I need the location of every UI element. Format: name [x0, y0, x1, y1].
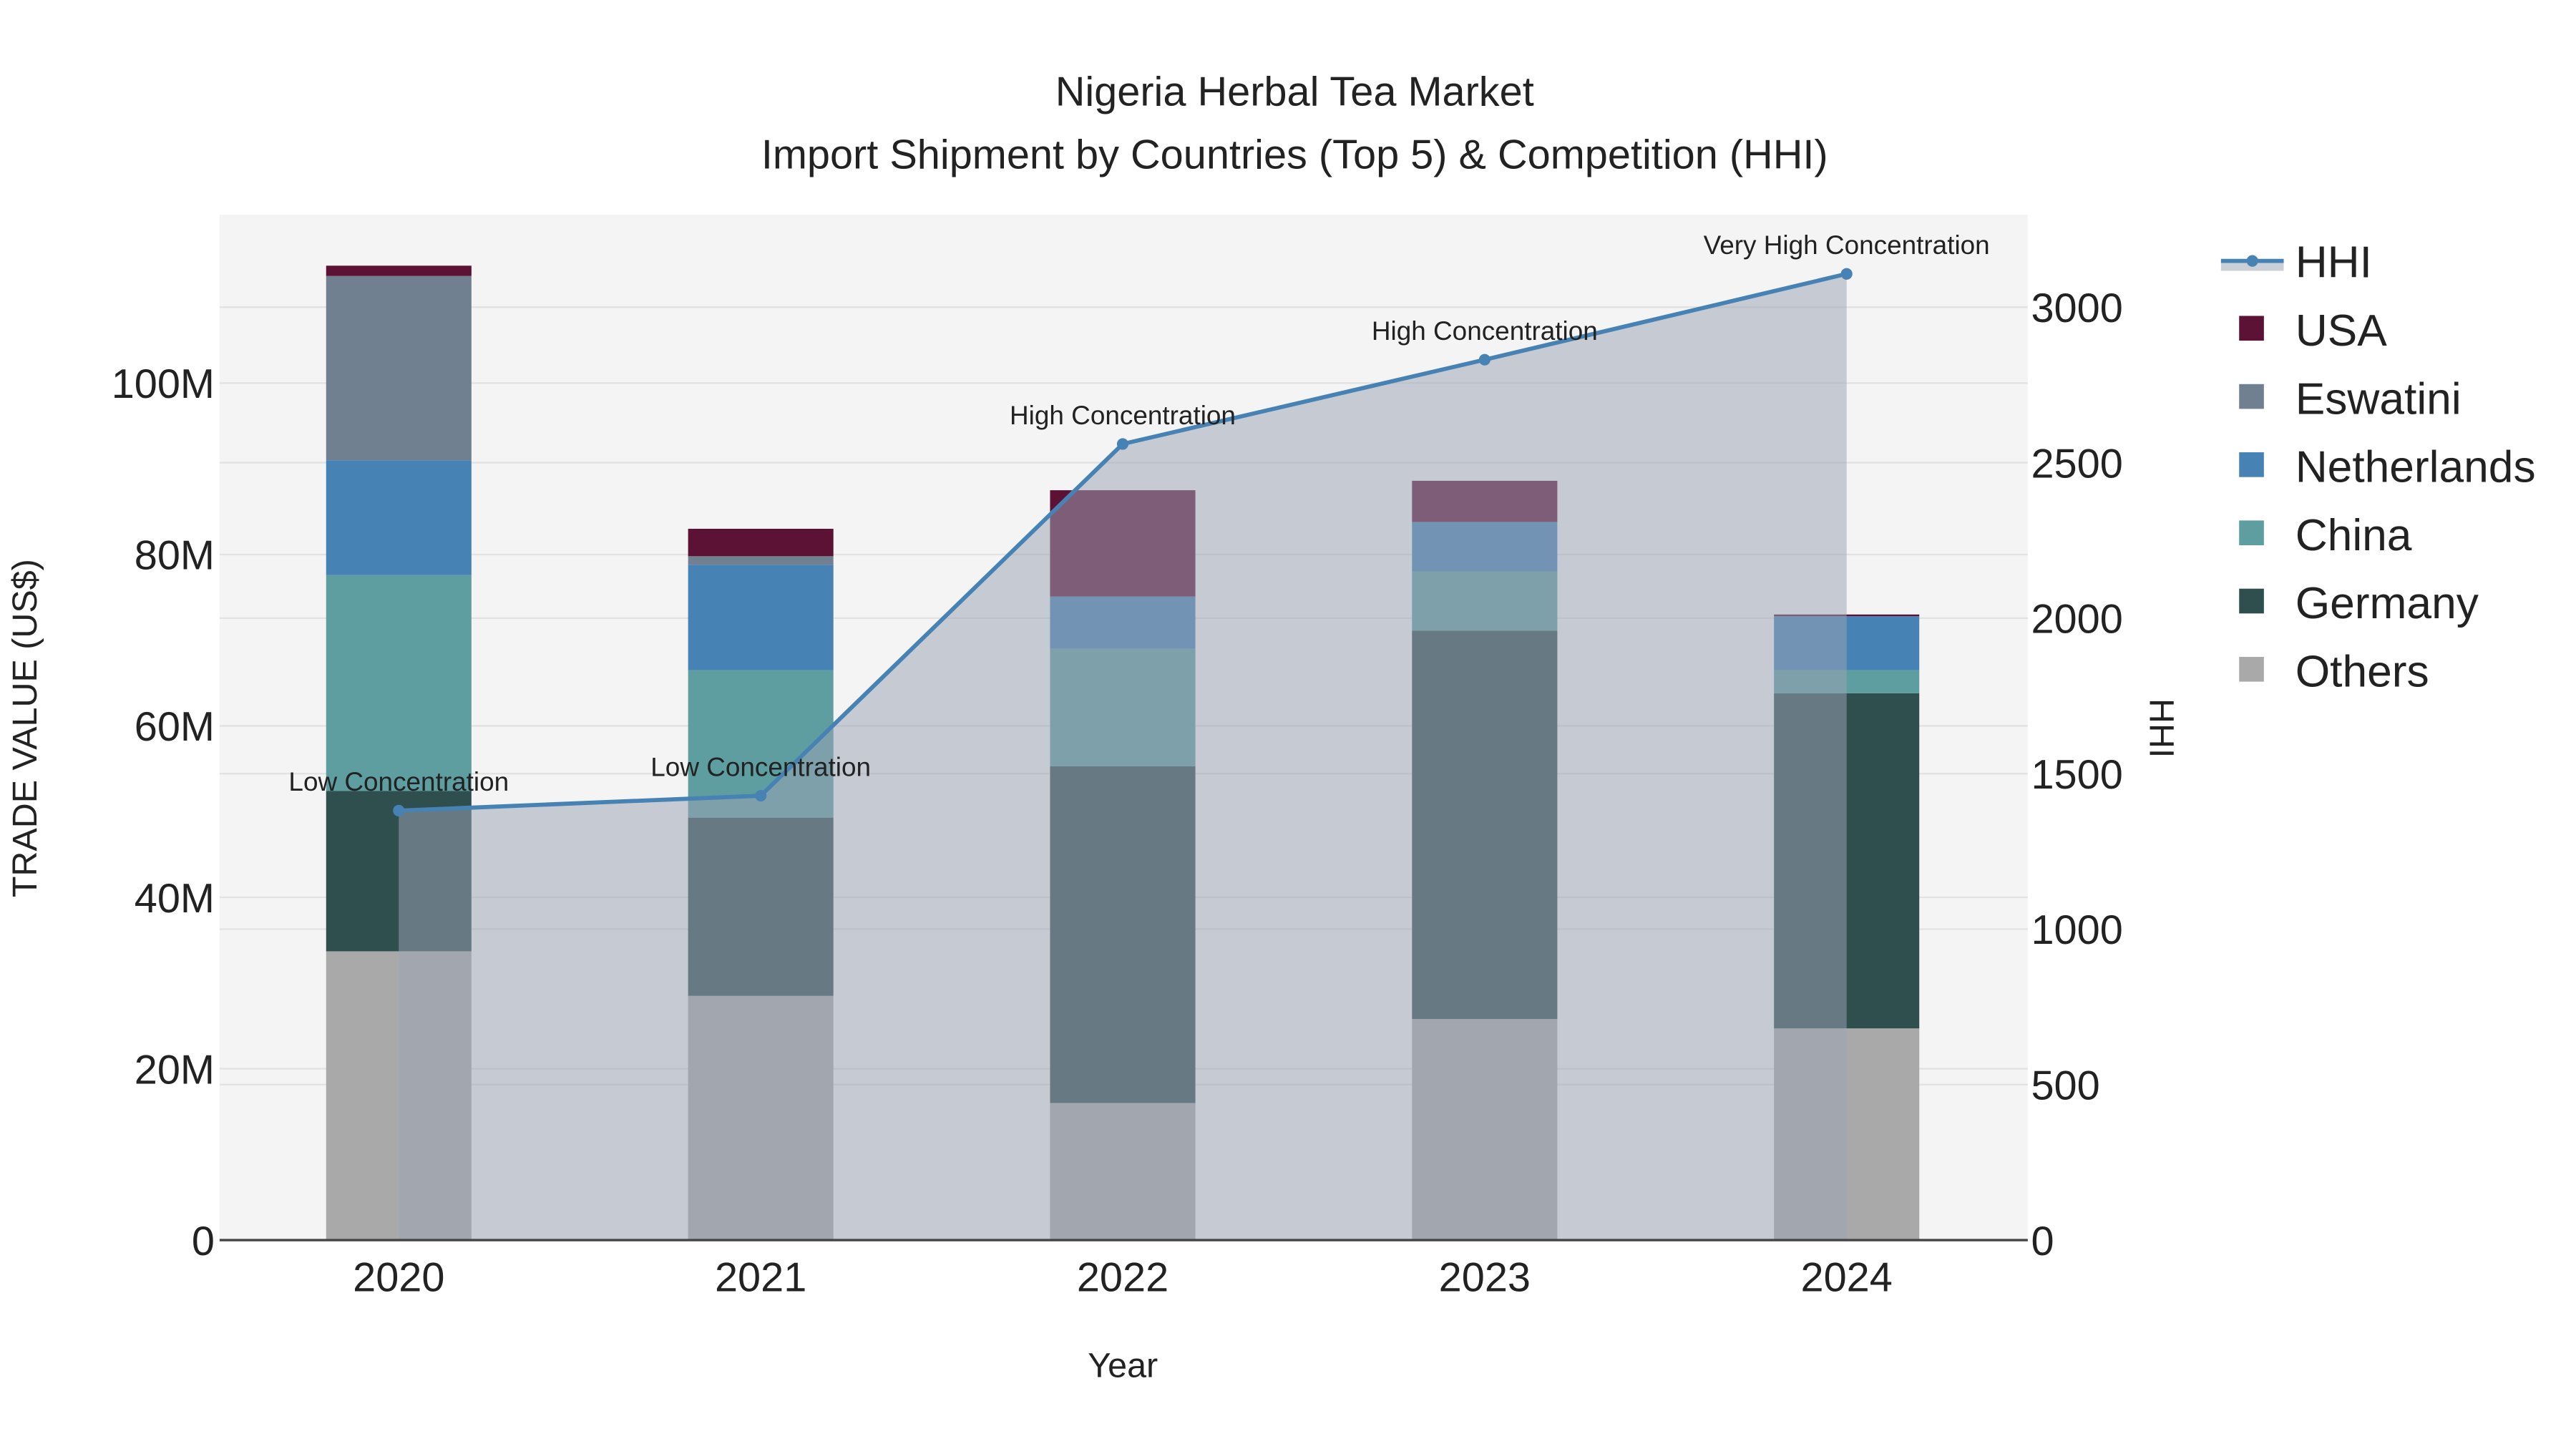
- bar-china-2020: [326, 575, 472, 791]
- hhi-point-2024: [1840, 268, 1853, 280]
- legend-label: Others: [2296, 648, 2429, 697]
- legend-label: Netherlands: [2296, 443, 2536, 492]
- x-tick-label: 2024: [1801, 1255, 1893, 1301]
- y2-tick-label: 2000: [2031, 597, 2122, 643]
- legend-label: Germany: [2296, 579, 2479, 628]
- chart: Low Concentration Low Concentration High C…: [0, 0, 2576, 1449]
- y-tick-label: 20M: [135, 1047, 215, 1093]
- y2-tick-label: 2500: [2031, 441, 2122, 487]
- legend-swatch-hhi-marker: [2246, 255, 2258, 267]
- x-tick-label: 2020: [353, 1255, 444, 1301]
- y2-tick-label: 1500: [2031, 752, 2122, 798]
- y2-tick-label: 0: [2031, 1219, 2054, 1264]
- y-tick-label: 100M: [112, 361, 215, 407]
- y2-axis-label: HHI: [2142, 698, 2181, 758]
- y-tick-label: 60M: [135, 704, 215, 750]
- bar-eswatini-2021: [688, 556, 834, 565]
- bar-netherlands-2021: [688, 565, 834, 670]
- hhi-point-2023: [1478, 353, 1491, 366]
- bar-eswatini-2020: [326, 275, 472, 461]
- y2-tick-label: 3000: [2031, 286, 2122, 331]
- x-tick-label: 2021: [715, 1255, 806, 1301]
- hhi-annotation: Low Concentration: [650, 752, 871, 781]
- legend-swatch: [2239, 384, 2264, 409]
- y-tick-label: 0: [192, 1219, 215, 1264]
- legend-label: Eswatini: [2296, 374, 2462, 424]
- hhi-annotation: High Concentration: [1010, 401, 1236, 430]
- legend-swatch: [2239, 316, 2264, 341]
- legend-swatch: [2239, 657, 2264, 682]
- bar-usa-2020: [326, 265, 472, 276]
- hhi-annotation: Very High Concentration: [1704, 230, 1990, 260]
- legend-swatch: [2239, 452, 2264, 477]
- y2-tick-label: 1000: [2031, 907, 2122, 953]
- y-tick-label: 40M: [135, 876, 215, 922]
- hhi-point-2020: [393, 804, 405, 816]
- hhi-point-2021: [755, 789, 767, 802]
- chart-title: Nigeria Herbal Tea Market: [1055, 69, 1534, 115]
- legend-label: USA: [2296, 306, 2388, 356]
- x-tick-label: 2022: [1077, 1255, 1169, 1301]
- legend-swatch: [2239, 588, 2264, 614]
- hhi-point-2022: [1116, 438, 1129, 450]
- hhi-annotation: Low Concentration: [288, 767, 509, 796]
- y2-tick-label: 500: [2031, 1063, 2099, 1109]
- legend-label: China: [2296, 511, 2412, 560]
- x-tick-label: 2023: [1439, 1255, 1531, 1301]
- bar-netherlands-2020: [326, 460, 472, 575]
- legend-label: HHI: [2296, 238, 2372, 288]
- legend-swatch: [2239, 520, 2264, 545]
- chart-subtitle: Import Shipment by Countries (Top 5) & C…: [761, 132, 1828, 177]
- x-axis-label: Year: [1088, 1347, 1158, 1385]
- hhi-annotation: High Concentration: [1372, 316, 1598, 346]
- y-axis-label: TRADE VALUE (US$): [6, 559, 44, 897]
- bar-usa-2021: [688, 528, 834, 557]
- y-tick-label: 80M: [135, 533, 215, 579]
